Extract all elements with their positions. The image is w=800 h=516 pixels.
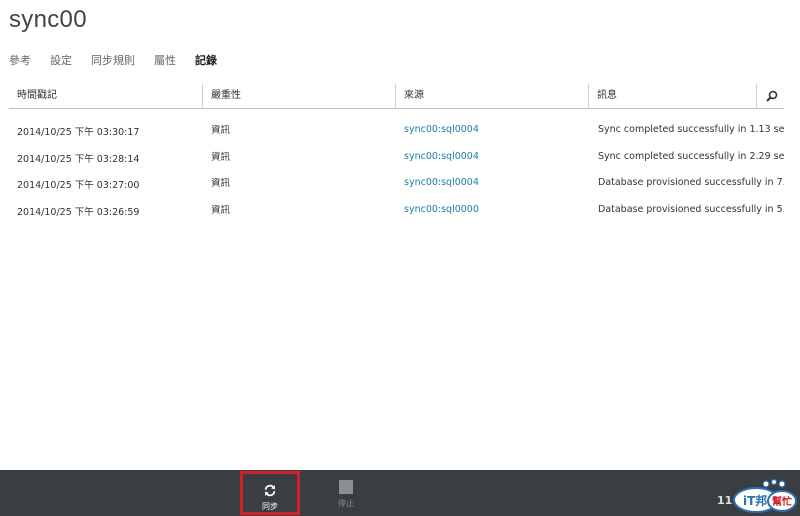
- source-link[interactable]: sync00:sql0004: [404, 124, 589, 135]
- column-header-severity[interactable]: 嚴重性: [203, 84, 396, 109]
- message-cell: Sync completed successfully in 2.29 seco…: [598, 150, 784, 162]
- source-link[interactable]: sync00:sql0004: [404, 177, 589, 188]
- severity-cell: 資訊: [211, 125, 231, 136]
- sync-button[interactable]: 同步: [240, 471, 300, 515]
- source-link[interactable]: sync00:sql0000: [404, 204, 589, 215]
- severity-cell: 資訊: [211, 178, 231, 190]
- search-button[interactable]: [760, 85, 784, 107]
- severity-cell: 資訊: [211, 151, 231, 163]
- table-row[interactable]: 2014/10/25 下午 03:27:00 資訊 sync00:sql0004…: [9, 171, 784, 198]
- logo-text-it: iT邦: [743, 493, 767, 508]
- command-bar: 同步 停止: [0, 470, 800, 516]
- stop-button-label: 停止: [338, 499, 354, 508]
- message-cell: Database provisioned successfully in 7.4…: [598, 177, 784, 189]
- column-header-message[interactable]: 訊息: [589, 84, 757, 109]
- timestamp-cell: 2014/10/25 下午 03:27:00: [17, 180, 140, 192]
- logo-text-help: 幫忙: [772, 495, 792, 508]
- search-icon: [766, 90, 778, 102]
- severity-cell: 資訊: [211, 205, 231, 217]
- timestamp-cell: 2014/10/25 下午 03:30:17: [17, 127, 140, 138]
- message-cell: Database provisioned successfully in 5.8…: [598, 204, 784, 216]
- tab-bar: 參考 設定 同步規則 屬性 記錄: [9, 52, 236, 68]
- tab-configure[interactable]: 設定: [50, 52, 72, 68]
- timestamp-cell: 2014/10/25 下午 03:26:59: [17, 207, 140, 219]
- tab-logs[interactable]: 記錄: [195, 52, 217, 68]
- message-cell: Sync completed successfully in 1.13 seco…: [598, 124, 784, 135]
- tab-properties[interactable]: 屬性: [154, 52, 176, 68]
- column-header-source[interactable]: 來源: [396, 84, 589, 109]
- tab-sync-rules[interactable]: 同步規則: [91, 52, 135, 68]
- page-title: sync00: [9, 6, 87, 33]
- column-header-timestamp[interactable]: 時間戳記: [9, 84, 203, 109]
- table-header: 時間戳記 嚴重性 來源 訊息: [9, 84, 784, 109]
- stop-icon: [339, 480, 353, 494]
- stop-button[interactable]: 停止: [316, 470, 376, 516]
- sync-icon: [264, 484, 276, 497]
- table-row[interactable]: 2014/10/25 下午 03:30:17 資訊 sync00:sql0004…: [9, 118, 784, 145]
- sync-button-label: 同步: [262, 502, 278, 511]
- table-row[interactable]: 2014/10/25 下午 03:28:14 資訊 sync00:sql0004…: [9, 145, 784, 172]
- timestamp-cell: 2014/10/25 下午 03:28:14: [17, 153, 140, 165]
- log-table: 2014/10/25 下午 03:30:17 資訊 sync00:sql0004…: [9, 118, 784, 225]
- source-link[interactable]: sync00:sql0004: [404, 151, 589, 162]
- table-row[interactable]: 2014/10/25 下午 03:26:59 資訊 sync00:sql0000…: [9, 198, 784, 225]
- tab-reference[interactable]: 參考: [9, 52, 31, 68]
- ithome-logo-icon: iT邦 幫忙: [733, 478, 797, 513]
